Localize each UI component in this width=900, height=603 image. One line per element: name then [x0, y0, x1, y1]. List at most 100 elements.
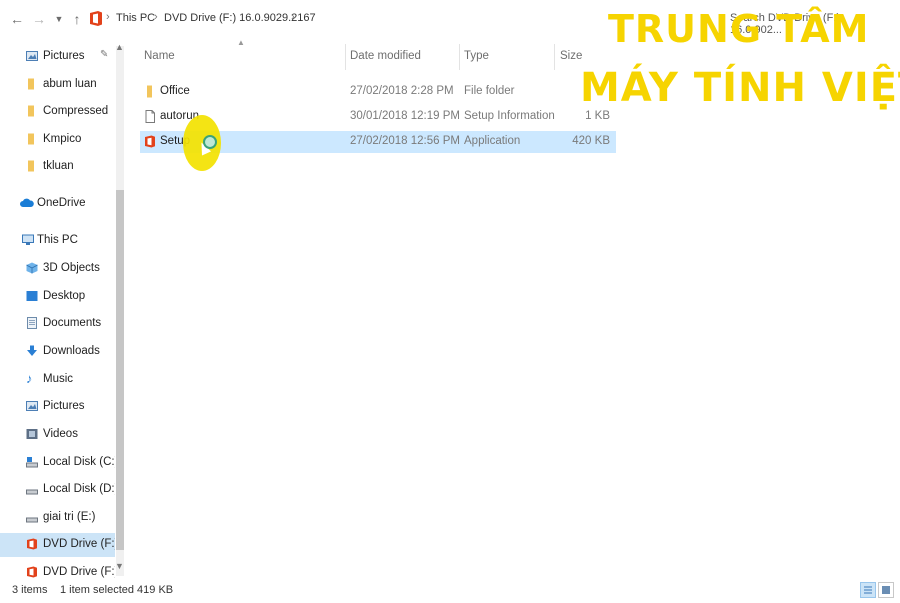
office-icon [27, 538, 37, 550]
sidebar-item-pictures-pinned[interactable]: Pictures ✎ [0, 45, 115, 69]
folder-icon [28, 105, 34, 117]
music-icon: ♪ [26, 371, 33, 386]
drive-icon [26, 489, 38, 495]
office-icon [145, 135, 155, 148]
desktop-icon [26, 291, 38, 301]
sidebar-item-dvd-drive-f-2[interactable]: DVD Drive (F:) 16 [0, 561, 115, 579]
arrow-right-icon: → [32, 11, 46, 27]
sidebar-item-tkluan[interactable]: tkluan [0, 155, 115, 179]
sidebar-item-kmpico[interactable]: Kmpico [0, 128, 115, 152]
details-view-icon [864, 586, 872, 594]
sidebar-item-desktop[interactable]: Desktop [0, 285, 115, 309]
folder-icon [28, 78, 34, 90]
sidebar-item-label: abum luan [43, 78, 97, 90]
column-divider[interactable] [459, 44, 460, 70]
sidebar-item-label: DVD Drive (F:) 16 [43, 566, 115, 578]
sidebar-item-local-disk-d[interactable]: Local Disk (D:) [0, 478, 115, 502]
watermark-line-2: MÁY TÍNH VIỆT [580, 65, 900, 111]
busy-cursor-icon [203, 135, 217, 149]
videos-icon [26, 429, 38, 439]
sidebar-item-label: Kmpico [43, 133, 82, 145]
sidebar-item-label: Music [43, 373, 74, 385]
sidebar-item-label: Desktop [43, 290, 86, 302]
large-icons-view-button[interactable] [878, 582, 894, 598]
cube-icon [26, 262, 38, 274]
column-divider[interactable] [345, 44, 346, 70]
scroll-down-icon[interactable]: ▼ [115, 561, 124, 571]
forward-button[interactable]: → [30, 9, 48, 29]
details-view-button[interactable] [860, 582, 876, 598]
document-icon [145, 110, 155, 123]
file-type: Setup Information [464, 110, 555, 122]
sidebar-item-label: Downloads [43, 345, 100, 357]
file-explorer-window: ← → ▼ ↑ › This PC › DVD Drive (F:) 16.0.… [0, 0, 900, 603]
sidebar-item-videos[interactable]: Videos [0, 423, 115, 447]
office-icon [27, 566, 37, 578]
drive-icon [26, 457, 38, 468]
sidebar-item-downloads[interactable]: Downloads [0, 340, 115, 364]
pictures-icon [26, 401, 38, 411]
chevron-down-icon: ▼ [54, 14, 64, 24]
sidebar-item-label: Videos [43, 428, 78, 440]
arrow-left-icon: ← [10, 11, 24, 27]
sidebar-item-pictures[interactable]: Pictures [0, 395, 115, 419]
breadcrumb-this-pc[interactable]: This PC [116, 12, 155, 24]
scroll-up-icon[interactable]: ▲ [115, 42, 124, 52]
status-bar: 3 items 1 item selected 419 KB [0, 578, 900, 603]
item-count: 3 items [12, 584, 48, 596]
breadcrumb-separator: › [291, 11, 295, 23]
sidebar-item-local-disk-c[interactable]: Local Disk (C:) [0, 451, 115, 475]
breadcrumb-separator: › [106, 11, 110, 23]
sidebar-item-label: 3D Objects [43, 262, 100, 274]
file-type: Application [464, 135, 521, 147]
back-button[interactable]: ← [8, 9, 26, 29]
sidebar-item-music[interactable]: ♪ Music [0, 368, 115, 392]
sidebar-item-this-pc[interactable]: This PC [0, 229, 115, 253]
sidebar-item-label: Local Disk (C:) [43, 456, 115, 468]
sidebar-item-3d-objects[interactable]: 3D Objects [0, 257, 115, 281]
column-divider[interactable] [554, 44, 555, 70]
sidebar-item-onedrive[interactable]: OneDrive [0, 192, 115, 216]
selection-info: 1 item selected 419 KB [60, 584, 174, 596]
column-header-size[interactable]: Size [560, 50, 582, 62]
column-header-date[interactable]: Date modified [350, 50, 421, 62]
sidebar-item-dvd-drive-f[interactable]: DVD Drive (F:) 16 [0, 533, 115, 557]
sort-ascending-icon: ▲ [237, 38, 245, 47]
column-header-name[interactable]: Name [144, 50, 175, 62]
drive-icon [26, 517, 38, 523]
pictures-icon [26, 51, 38, 61]
sidebar-item-giai-tri-e[interactable]: giai tri (E:) [0, 506, 115, 530]
sidebar-scrollbar-thumb[interactable] [116, 190, 124, 550]
sidebar-item-abum-luan[interactable]: abum luan [0, 73, 115, 97]
folder-icon [28, 133, 34, 145]
watermark-line-1: TRUNG TÂM [608, 7, 870, 51]
folder-icon [28, 160, 34, 172]
sidebar-item-label: OneDrive [37, 197, 86, 209]
cloud-icon [20, 198, 34, 207]
download-icon [27, 345, 37, 356]
sidebar-item-documents[interactable]: Documents [0, 312, 115, 336]
documents-icon [27, 317, 37, 329]
file-date: 27/02/2018 12:56 PM [350, 135, 460, 147]
file-row-office[interactable]: Office 27/02/2018 2:28 PM File folder [140, 81, 616, 103]
sidebar-item-label: DVD Drive (F:) 16 [43, 538, 115, 550]
breadcrumb-separator: › [154, 11, 158, 23]
sidebar-item-label: Pictures [43, 400, 85, 412]
file-date: 30/01/2018 12:19 PM [350, 110, 460, 122]
up-button[interactable]: ↑ [68, 9, 86, 29]
column-header-type[interactable]: Type [464, 50, 489, 62]
arrow-up-icon: ↑ [73, 11, 81, 27]
recent-locations-button[interactable]: ▼ [50, 9, 68, 29]
file-size: 420 KB [572, 135, 610, 147]
file-name: Office [160, 85, 190, 97]
sidebar-item-label: tkluan [43, 160, 74, 172]
sidebar-item-compressed[interactable]: Compressed [0, 100, 115, 124]
large-icons-view-icon [882, 586, 890, 594]
sidebar-item-label: giai tri (E:) [43, 511, 96, 523]
folder-icon [147, 85, 152, 98]
computer-icon [22, 234, 34, 245]
file-date: 27/02/2018 2:28 PM [350, 85, 454, 97]
sidebar-item-label: Documents [43, 317, 102, 329]
file-size: 1 KB [585, 110, 610, 122]
file-type: File folder [464, 85, 515, 97]
